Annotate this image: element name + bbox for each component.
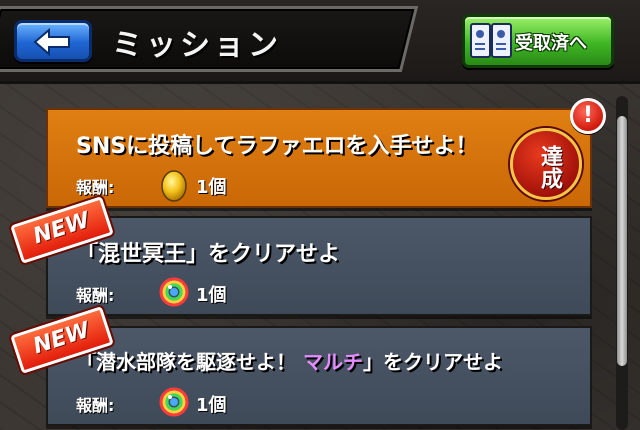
mission-title: 「潜水部隊を駆逐せよ！ マルチ」をクリアせよ bbox=[76, 346, 503, 375]
mission-item[interactable]: 「混世冥王」をクリアせよ 報酬: 1個 bbox=[46, 216, 592, 316]
multi-tag: マルチ bbox=[302, 350, 363, 374]
mission-title: SNSに投稿してラファエロを入手せよ！ bbox=[76, 134, 478, 159]
mission-title-part: 」をクリアせよ bbox=[362, 350, 503, 374]
header-bar: ミッション 受取済へ bbox=[0, 0, 640, 84]
reward-label: 報酬: bbox=[76, 396, 115, 415]
achieved-stamp-text: 達成 bbox=[537, 145, 562, 189]
alert-badge: ! bbox=[570, 98, 606, 134]
book-icon bbox=[470, 23, 512, 58]
golden-egg-icon bbox=[161, 170, 187, 202]
achieved-stamp: 達成 bbox=[510, 128, 582, 200]
page-title: ミッション bbox=[112, 28, 282, 63]
mission-title: 「混世冥王」をクリアせよ bbox=[76, 242, 341, 267]
scrollbar[interactable] bbox=[616, 96, 628, 430]
mission-title-part: 「潜水部隊を駆逐せよ！ bbox=[76, 350, 296, 374]
mission-item-achieved[interactable]: SNSに投稿してラファエロを入手せよ！ 報酬: 1個 達成 bbox=[46, 108, 592, 208]
received-button-label: 受取済へ bbox=[515, 33, 587, 54]
reward-label: 報酬: bbox=[76, 286, 115, 305]
scrollbar-thumb[interactable] bbox=[617, 116, 627, 366]
back-arrow-icon bbox=[33, 28, 70, 56]
back-button[interactable] bbox=[14, 20, 92, 62]
reward-label: 報酬: bbox=[76, 178, 115, 197]
mission-item[interactable]: 「潜水部隊を駆逐せよ！ マルチ」をクリアせよ 報酬: 1個 bbox=[46, 326, 592, 426]
reward-quantity: 1個 bbox=[196, 395, 227, 416]
rainbow-orb-icon bbox=[159, 387, 189, 417]
received-missions-button[interactable]: 受取済へ bbox=[462, 14, 614, 68]
reward-quantity: 1個 bbox=[196, 177, 227, 198]
rainbow-orb-icon bbox=[159, 277, 189, 307]
reward-quantity: 1個 bbox=[196, 285, 227, 306]
